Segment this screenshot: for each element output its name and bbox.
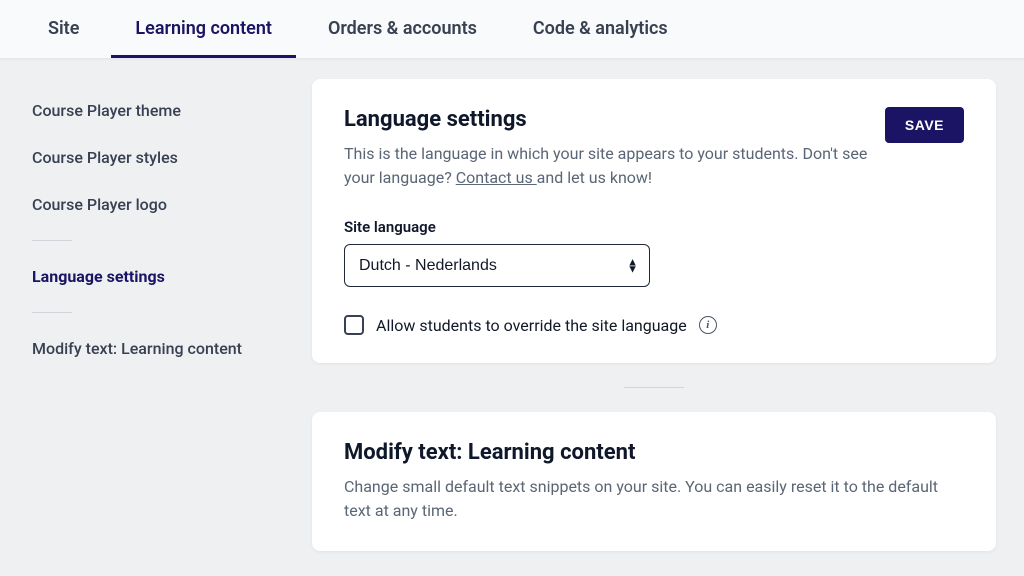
sidebar-divider [32,240,72,241]
card-description: This is the language in which your site … [344,142,885,190]
desc-part2: and let us know! [537,168,652,187]
card-title: Language settings [344,107,885,132]
save-button[interactable]: SAVE [885,107,964,143]
card-title: Modify text: Learning content [344,440,964,465]
sidebar-item-language-settings[interactable]: Language settings [24,253,276,300]
override-checkbox-row: Allow students to override the site lang… [344,315,964,335]
modify-text-card: Modify text: Learning content Change sma… [312,412,996,551]
sidebar-item-styles[interactable]: Course Player styles [24,134,276,181]
language-settings-card: Language settings This is the language i… [312,79,996,363]
card-description: Change small default text snippets on yo… [344,475,944,523]
section-divider [624,387,684,388]
tab-orders-accounts[interactable]: Orders & accounts [304,0,501,58]
site-language-select-wrap: Dutch - Nederlands ▲▼ [344,244,650,287]
site-language-label: Site language [344,218,964,236]
sidebar-item-modify-text[interactable]: Modify text: Learning content [24,325,276,372]
tab-code-analytics[interactable]: Code & analytics [509,0,692,58]
tab-site[interactable]: Site [24,0,103,58]
sidebar-divider [32,312,72,313]
contact-us-link[interactable]: Contact us [456,168,537,187]
override-language-checkbox[interactable] [344,315,364,335]
tab-learning-content[interactable]: Learning content [111,0,296,58]
sidebar-item-logo[interactable]: Course Player logo [24,181,276,228]
override-language-label: Allow students to override the site lang… [376,316,687,335]
site-language-select[interactable]: Dutch - Nederlands [344,244,650,287]
info-icon[interactable]: i [699,316,717,334]
top-tabs: Site Learning content Orders & accounts … [0,0,1024,59]
sidebar-item-theme[interactable]: Course Player theme [24,87,276,134]
sidebar: Course Player theme Course Player styles… [0,59,300,575]
main-content: Language settings This is the language i… [300,59,1024,575]
